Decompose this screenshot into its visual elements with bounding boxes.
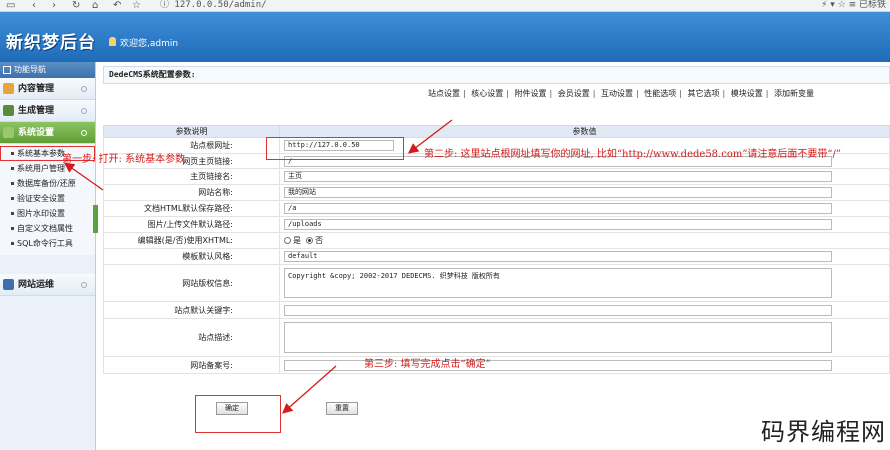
arrow-step1 <box>63 162 104 191</box>
screenshot-root: ▭ ‹ › ↻ ⌂ ↶ ☆ ⓘ 127.0.0.50/admin/ ⚡ ▾ ☆ … <box>0 0 890 450</box>
watermark: 码界编程网 <box>761 418 886 446</box>
arrow-step3 <box>282 365 337 414</box>
arrow-step2 <box>407 119 453 154</box>
annotation-arrows <box>63 119 453 414</box>
